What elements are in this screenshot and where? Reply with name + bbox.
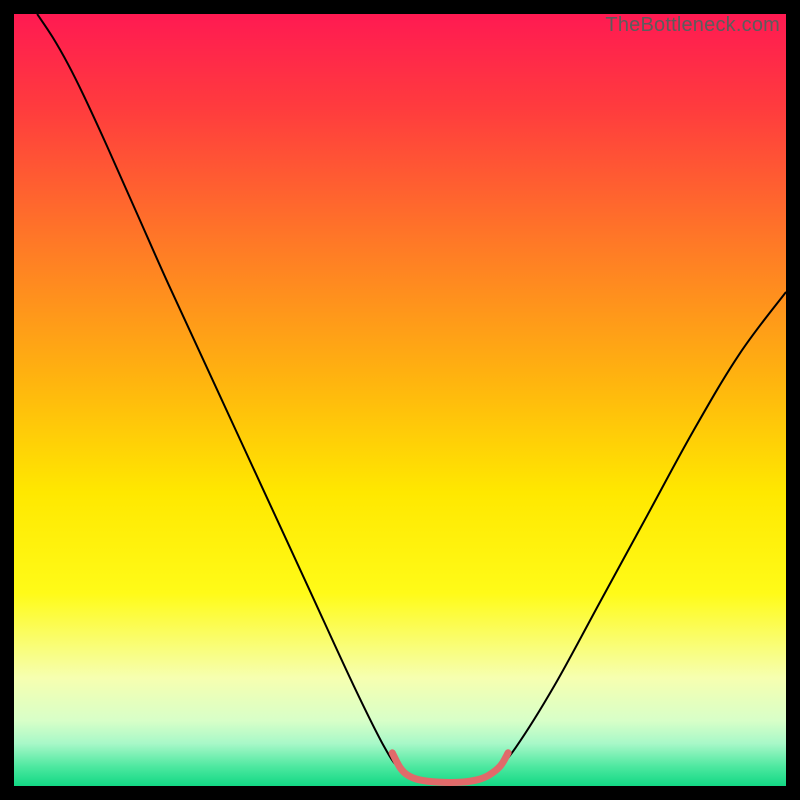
watermark-text: TheBottleneck.com [605, 14, 780, 37]
chart-svg [14, 14, 786, 786]
gradient-rect [14, 14, 786, 786]
chart-frame: TheBottleneck.com [14, 14, 786, 786]
